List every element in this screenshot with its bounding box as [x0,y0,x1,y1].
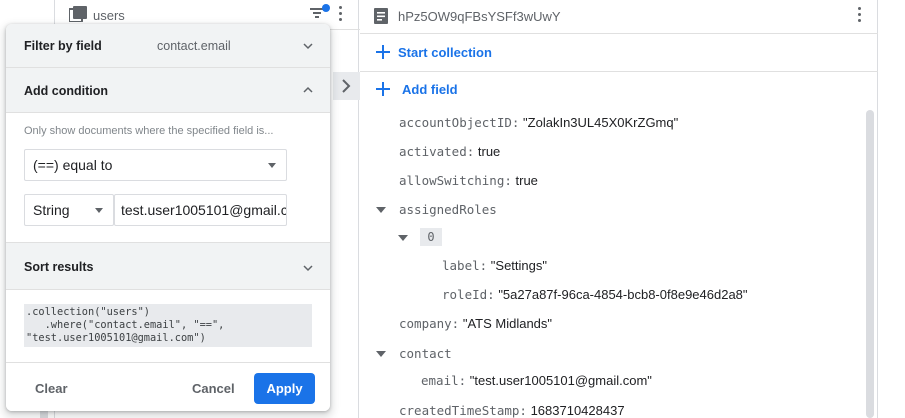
selected-document-row[interactable] [333,72,360,100]
field-key: accountObjectID: [399,115,520,130]
field-accountObjectID[interactable]: accountObjectID: "ZolakIn3UL45X0KrZGmq" [399,115,678,130]
field-value: "ZolakIn3UL45X0KrZGmq" [523,115,679,130]
field-activated[interactable]: activated: true [399,144,500,159]
condition-value-text: test.user1005101@gmail.com [121,202,287,218]
chevron-down-icon [303,43,313,50]
expand-array-item-icon[interactable] [398,235,408,241]
field-value: "test.user1005101@gmail.com" [469,373,652,388]
field-contact-email[interactable]: email: "test.user1005101@gmail.com" [421,373,652,388]
collection-more-menu-icon[interactable] [339,6,343,22]
sort-results-title: Sort results [24,260,94,274]
condition-value-input[interactable]: test.user1005101@gmail.com [114,194,287,226]
array-index-badge[interactable]: 0 [420,228,442,246]
filter-panel-footer: Clear Cancel Apply [6,362,330,411]
plus-icon [376,45,390,59]
field-key: activated: [399,144,475,159]
filter-button[interactable] [310,4,330,22]
field-key: allowSwitching: [399,173,512,188]
field-value: true [477,144,501,159]
field-value: "ATS Midlands" [462,316,553,331]
apply-button[interactable]: Apply [254,373,315,404]
dropdown-arrow-icon [268,163,276,168]
field-key: company: [399,316,460,331]
field-role-label[interactable]: label: "Settings" [442,258,547,273]
filter-by-field-title: Filter by field [24,39,102,53]
chevron-right-icon [342,79,351,93]
filter-panel: Filter by field contact.email Add condit… [6,24,330,411]
collection-title: users [93,8,125,23]
start-collection-button[interactable]: Start collection [360,34,878,72]
code-line: .where("contact.email", "==", [26,319,225,331]
firestore-data-viewer: users hPz5OW9qFBsYSFf3wUwY Start collect… [0,0,905,418]
field-key: createdTimeStamp: [399,403,527,418]
filter-by-field-section[interactable]: Filter by field contact.email [6,24,330,68]
document-icon [374,8,388,24]
code-line: .collection("users") [26,306,150,318]
operator-value: (==) equal to [33,157,113,173]
field-key: assignedRoles [399,202,497,217]
collection-icon [69,6,87,22]
field-value: "Settings" [490,258,547,273]
document-column: hPz5OW9qFBsYSFf3wUwY Start collection Ad… [360,0,878,418]
field-key: email: [421,373,467,388]
start-collection-label: Start collection [398,45,492,60]
condition-hint: Only show documents where the specified … [24,125,274,137]
add-condition-header[interactable]: Add condition [6,68,330,113]
field-key: contact [399,346,452,361]
add-condition-title: Add condition [24,84,109,98]
dropdown-arrow-icon [95,208,103,213]
document-scrollbar[interactable] [866,110,874,418]
field-value: 1683710428437 [530,403,625,418]
document-header: hPz5OW9qFBsYSFf3wUwY [360,0,878,34]
plus-icon [376,82,390,96]
expand-contact-icon[interactable] [376,351,386,357]
field-role-roleId[interactable]: roleId: "5a27a87f-96ca-4854-bcb8-0f8e9e4… [442,287,748,302]
field-value: true [515,173,538,188]
code-line: "test.user1005101@gmail.com") [26,332,206,344]
active-filter-dot [322,4,330,12]
field-contact[interactable]: contact [399,346,452,361]
field-createdTimeStamp[interactable]: createdTimeStamp: 1683710428437 [399,403,625,418]
query-code-preview: .collection("users") .where("contact.ema… [24,304,312,347]
field-company[interactable]: company: "ATS Midlands" [399,316,552,331]
add-field-label: Add field [402,82,458,97]
chevron-up-icon [303,86,313,93]
field-allowSwitching[interactable]: allowSwitching: true [399,173,538,188]
field-assignedRoles[interactable]: assignedRoles [399,202,497,217]
chevron-down-icon [303,265,313,272]
field-key: label: [442,258,488,273]
field-key: roleId: [442,287,495,302]
field-value: "5a27a87f-96ca-4854-bcb8-0f8e9e46d2a8" [498,287,748,302]
cancel-button[interactable]: Cancel [192,381,235,396]
clear-button[interactable]: Clear [35,381,68,396]
add-field-button[interactable]: Add field [360,72,878,108]
filter-field-value: contact.email [157,39,231,53]
document-id: hPz5OW9qFBsYSFf3wUwY [398,9,561,24]
sort-results-section[interactable]: Sort results [6,242,330,290]
operator-select[interactable]: (==) equal to [24,149,287,181]
type-select[interactable]: String [24,194,114,226]
expand-assignedRoles-icon[interactable] [376,207,386,213]
document-more-menu-icon[interactable] [858,7,862,23]
type-value: String [33,202,70,218]
